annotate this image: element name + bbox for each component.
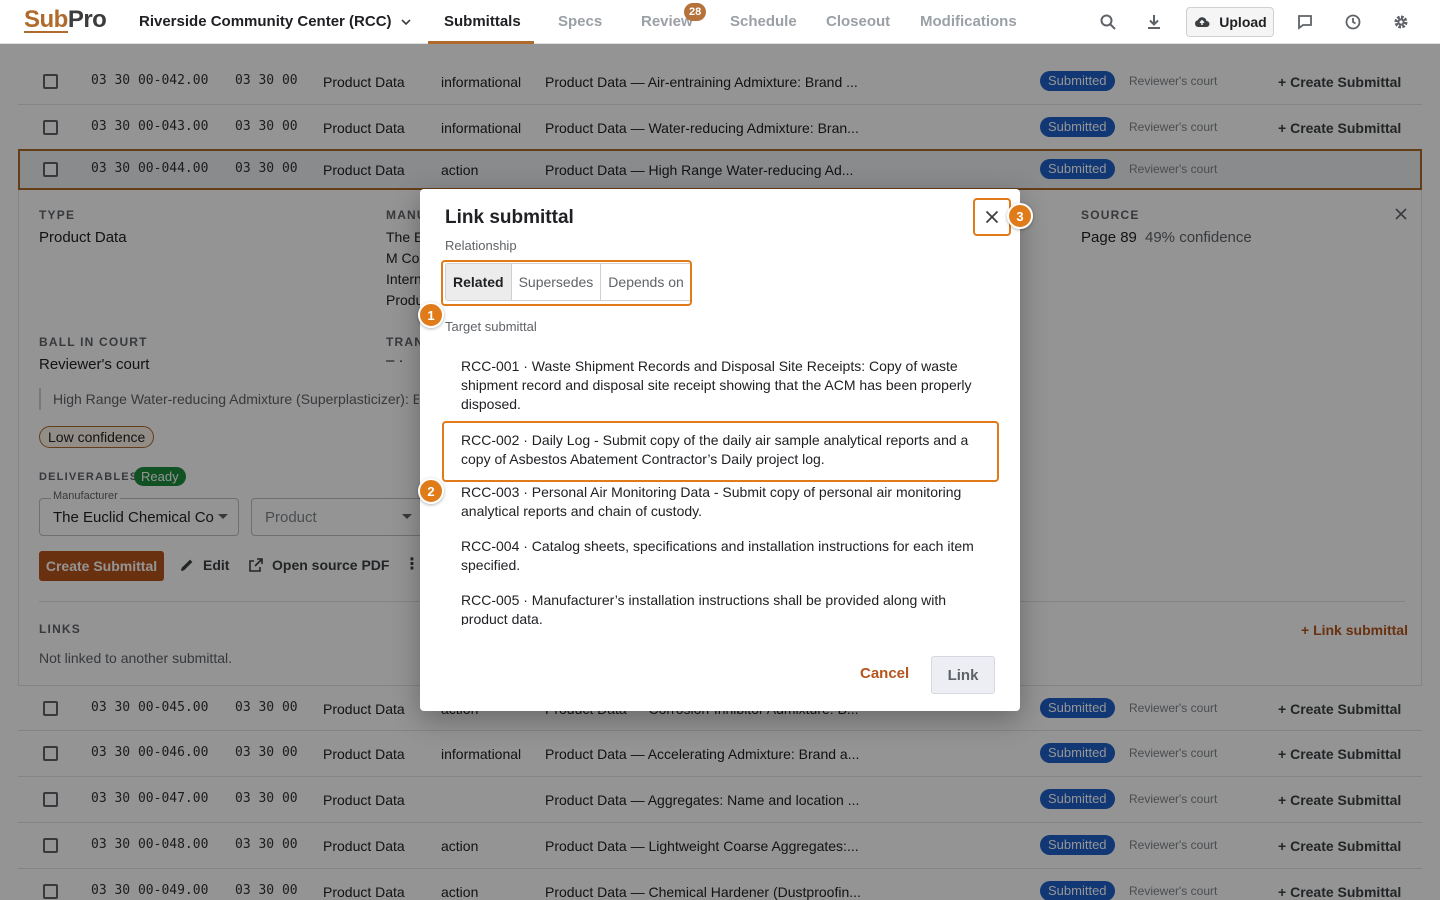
target-submittal-label: Target submittal — [445, 319, 537, 334]
relationship-label: Relationship — [445, 238, 517, 253]
chevron-down-icon — [400, 18, 411, 25]
list-item[interactable]: RCC-004 · Catalog sheets, specifications… — [445, 532, 997, 586]
app-logo[interactable]: SubPro — [24, 6, 107, 34]
link-button[interactable]: Link — [931, 656, 995, 694]
tab-specs[interactable]: Specs — [558, 13, 602, 30]
project-name: Riverside Community Center (RCC) — [139, 13, 392, 30]
settings-gear-icon[interactable] — [1390, 11, 1412, 33]
cancel-button[interactable]: Cancel — [860, 665, 909, 682]
highlight-close-button — [973, 198, 1011, 236]
annotation-marker: 1 — [418, 302, 444, 328]
search-icon[interactable] — [1097, 11, 1119, 33]
download-icon[interactable] — [1143, 11, 1165, 33]
history-icon[interactable] — [1342, 11, 1364, 33]
list-item[interactable]: RCC-005 · Manufacturer’s installation in… — [445, 586, 997, 625]
list-item[interactable]: RCC-001 · Waste Shipment Records and Dis… — [445, 352, 997, 424]
dialog-title: Link submittal — [445, 207, 574, 228]
highlight-relationship — [441, 260, 692, 306]
tab-closeout[interactable]: Closeout — [826, 13, 890, 30]
upload-button[interactable]: Upload — [1186, 7, 1274, 37]
annotation-marker: 2 — [418, 478, 444, 504]
top-nav-bar: SubPro Riverside Community Center (RCC) … — [0, 0, 1440, 44]
list-item[interactable]: RCC-003 · Personal Air Monitoring Data -… — [445, 478, 997, 532]
review-count-badge: 28 — [684, 3, 707, 21]
target-submittal-list[interactable]: RCC-001 · Waste Shipment Records and Dis… — [445, 352, 997, 625]
tab-submittals[interactable]: Submittals — [444, 13, 521, 30]
cloud-upload-icon — [1195, 17, 1210, 27]
highlight-target-option — [442, 421, 999, 482]
chat-icon[interactable] — [1294, 11, 1316, 33]
project-selector[interactable]: Riverside Community Center (RCC) — [139, 13, 412, 30]
annotation-marker: 3 — [1007, 203, 1033, 229]
tab-schedule[interactable]: Schedule — [730, 13, 797, 30]
tab-modifications[interactable]: Modifications — [920, 13, 1017, 30]
